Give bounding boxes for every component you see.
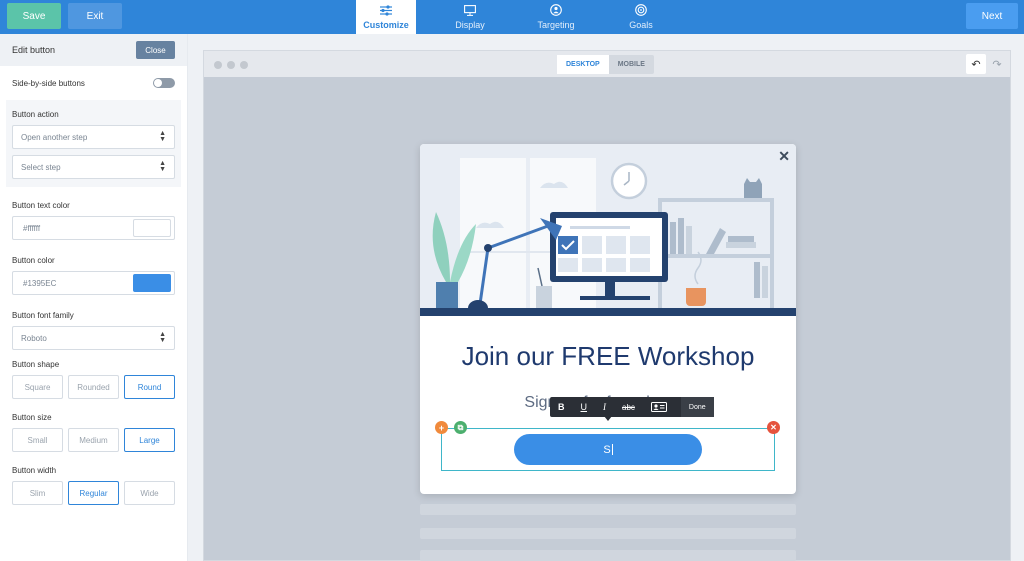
tab-label: Display — [455, 19, 485, 30]
step-select[interactable]: Select step ▲ ▼ — [12, 155, 175, 179]
width-wide[interactable]: Wide — [124, 481, 175, 505]
tab-goals[interactable]: Goals — [611, 0, 671, 34]
tab-display[interactable]: Display — [440, 0, 500, 34]
shape-round[interactable]: Round — [124, 375, 175, 399]
side-by-side-row: Side-by-side buttons — [0, 66, 187, 100]
shape-square[interactable]: Square — [12, 375, 63, 399]
button-color-value: #1395EC — [23, 278, 57, 288]
person-icon — [550, 4, 562, 16]
text-color-field[interactable]: #ffffff — [12, 216, 175, 240]
strikethrough-button[interactable]: abc — [614, 397, 643, 417]
placeholder-line — [420, 550, 796, 561]
cta-text[interactable]: S — [603, 444, 610, 456]
top-bar: Save Exit Customize Display Targeting Go… — [0, 0, 1024, 34]
shape-rounded[interactable]: Rounded — [68, 375, 119, 399]
size-large[interactable]: Large — [124, 428, 175, 452]
exit-button[interactable]: Exit — [68, 3, 122, 29]
popup-headline[interactable]: Join our FREE Workshop — [420, 341, 796, 372]
toolbar-pointer — [604, 416, 612, 421]
delete-icon[interactable]: ✕ — [767, 421, 780, 434]
window-dot-icon — [214, 61, 222, 69]
placeholder-line — [420, 528, 796, 539]
redo-icon[interactable]: ↷ — [987, 54, 1007, 74]
merge-tag-icon[interactable] — [643, 397, 675, 417]
preview-toolbar: DESKTOP MOBILE ↶ ↷ — [204, 51, 1010, 77]
duplicate-icon[interactable]: ⧉ — [454, 421, 467, 434]
font-family-value: Roboto — [21, 333, 47, 343]
next-button[interactable]: Next — [966, 3, 1018, 29]
button-width-options: Slim Regular Wide — [12, 481, 175, 505]
tab-targeting[interactable]: Targeting — [526, 0, 586, 34]
step-value: Select step — [21, 162, 61, 172]
popup-cta-button[interactable]: S — [514, 434, 702, 465]
button-action-label: Button action — [12, 110, 59, 119]
monitor-icon — [464, 4, 476, 16]
button-action-section: Button action Open another step ▲ ▼ Selec… — [6, 100, 181, 187]
text-color-swatch[interactable] — [133, 219, 171, 237]
font-family-label: Button font family — [12, 311, 74, 320]
text-color-value: #ffffff — [23, 223, 41, 233]
font-family-select[interactable]: Roboto ▲ ▼ — [12, 326, 175, 350]
updown-caret-icon: ▲ ▼ — [159, 331, 166, 344]
text-cursor — [611, 444, 613, 455]
close-icon[interactable]: ✕ — [778, 148, 790, 165]
desktop-tab[interactable]: DESKTOP — [557, 55, 609, 74]
action-type-value: Open another step — [21, 132, 88, 142]
button-shape-label: Button shape — [12, 360, 60, 369]
button-size-label: Button size — [12, 413, 52, 422]
tab-label: Targeting — [537, 20, 575, 30]
updown-caret-icon: ▲ ▼ — [159, 130, 166, 143]
save-button[interactable]: Save — [7, 3, 61, 29]
window-dot-icon — [240, 61, 248, 69]
sliders-icon — [380, 4, 392, 16]
underline-button[interactable]: U — [573, 397, 596, 417]
side-by-side-toggle[interactable] — [153, 78, 175, 88]
width-slim[interactable]: Slim — [12, 481, 63, 505]
mobile-tab[interactable]: MOBILE — [609, 55, 654, 74]
button-shape-options: Square Rounded Round — [12, 375, 175, 399]
tab-customize[interactable]: Customize — [356, 0, 416, 34]
add-element-icon[interactable]: + — [435, 421, 448, 434]
workshop-illustration — [420, 144, 796, 316]
bold-button[interactable]: B — [550, 397, 573, 417]
width-regular[interactable]: Regular — [68, 481, 119, 505]
button-size-options: Small Medium Large — [12, 428, 175, 452]
button-color-field[interactable]: #1395EC — [12, 271, 175, 295]
device-toggle: DESKTOP MOBILE — [557, 55, 654, 74]
undo-icon[interactable]: ↶ — [966, 54, 986, 74]
window-dot-icon — [227, 61, 235, 69]
done-button[interactable]: Done — [680, 397, 714, 417]
button-color-label: Button color — [12, 256, 55, 265]
text-color-label: Button text color — [12, 201, 70, 210]
tab-label: Customize — [363, 19, 409, 30]
action-type-select[interactable]: Open another step ▲ ▼ — [12, 125, 175, 149]
edit-button-panel: Edit button Close Side-by-side buttons B… — [0, 34, 188, 561]
italic-button[interactable]: I — [595, 397, 614, 417]
placeholder-line — [420, 504, 796, 515]
updown-caret-icon: ▲ ▼ — [159, 160, 166, 173]
size-small[interactable]: Small — [12, 428, 63, 452]
panel-header: Edit button Close — [0, 34, 187, 66]
target-icon — [635, 4, 647, 16]
panel-title: Edit button — [12, 45, 56, 55]
button-width-label: Button width — [12, 466, 57, 475]
text-format-toolbar: B U I abc Done — [550, 397, 714, 417]
size-medium[interactable]: Medium — [68, 428, 119, 452]
close-button[interactable]: Close — [136, 41, 175, 59]
button-color-swatch[interactable] — [133, 274, 171, 292]
tab-label: Goals — [629, 20, 653, 30]
side-by-side-label: Side-by-side buttons — [12, 78, 85, 88]
